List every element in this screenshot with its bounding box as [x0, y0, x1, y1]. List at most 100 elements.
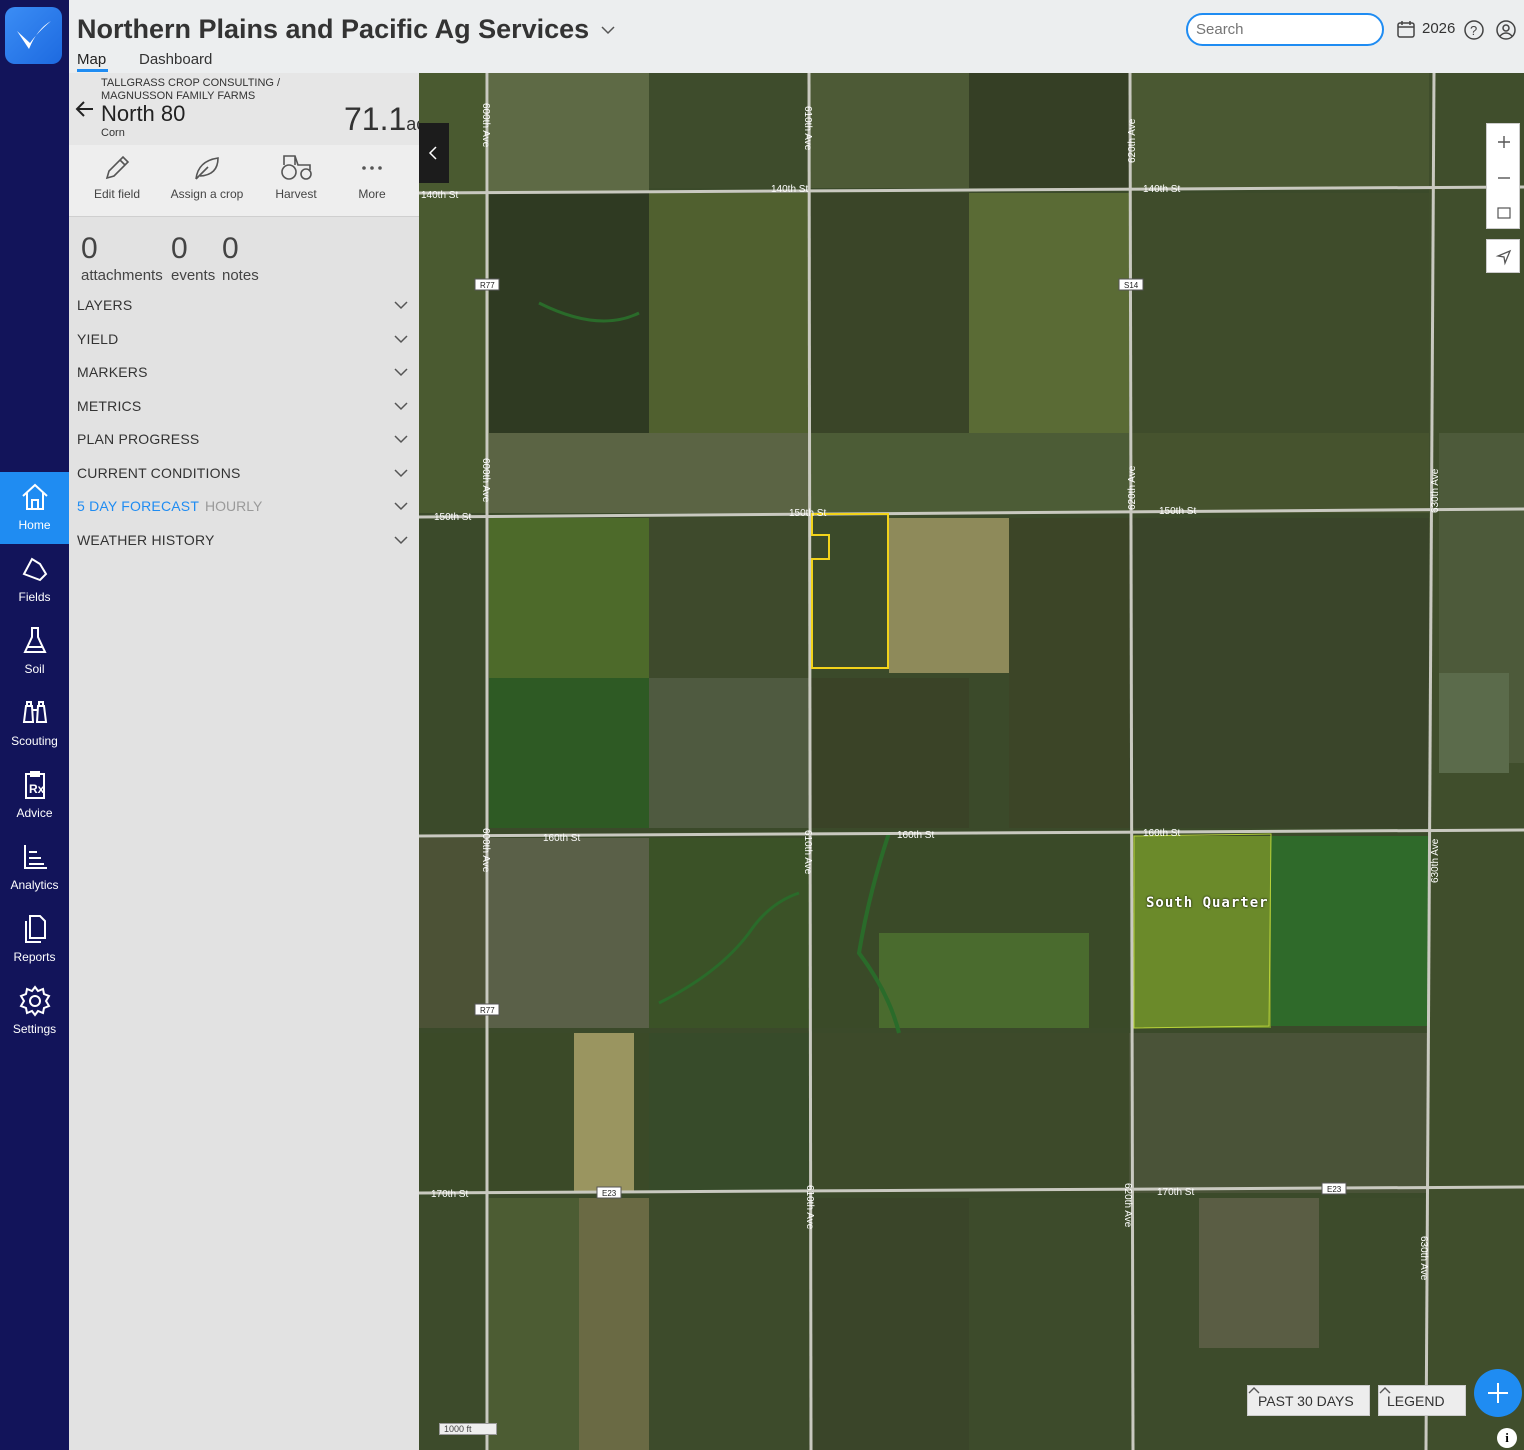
fit-extent-icon[interactable] [1497, 207, 1511, 219]
nav-label-settings: Settings [12, 1022, 57, 1036]
nav-item-scouting[interactable]: Scouting [0, 688, 69, 760]
section-yield[interactable]: YIELD [69, 323, 419, 356]
leaf-icon [195, 157, 219, 180]
home-icon [21, 483, 48, 510]
plus-icon [1488, 1383, 1508, 1403]
tab-5-day-forecast[interactable]: 5 DAY FORECAST [77, 498, 199, 514]
road-label-610th-top: 610th Ave [802, 106, 813, 151]
section-weather-history[interactable]: WEATHER HISTORY [69, 524, 419, 557]
organization-title[interactable]: Northern Plains and Pacific Ag Services [77, 14, 589, 45]
back-arrow-icon[interactable] [75, 100, 95, 118]
section-title: LAYERS [77, 297, 133, 313]
chevron-down-icon[interactable] [601, 25, 615, 35]
legend-label: LEGEND [1387, 1393, 1445, 1409]
more-label: More [358, 187, 386, 201]
nav-item-settings[interactable]: Settings [0, 976, 69, 1048]
road-label-140th-mid: 140th St [771, 184, 808, 195]
calendar-icon[interactable] [1396, 19, 1416, 39]
section-metrics[interactable]: METRICS [69, 390, 419, 423]
chevron-up-icon [1248, 1387, 1260, 1394]
attachments-count[interactable]: 0 attachments [81, 229, 163, 284]
road-label-160th-mid: 160th St [897, 830, 934, 841]
svg-text:S14: S14 [1124, 281, 1139, 290]
nav-item-analytics[interactable]: Analytics [0, 832, 69, 904]
tab-hourly[interactable]: HOURLY [205, 498, 262, 514]
tab-map[interactable]: Map [77, 51, 106, 68]
past-30-days-label: PAST 30 DAYS [1258, 1393, 1354, 1409]
zoom-controls [1486, 123, 1520, 229]
section-current-conditions[interactable]: CURRENT CONDITIONS [69, 457, 419, 490]
field-label-south-quarter[interactable]: South Quarter [1146, 895, 1269, 911]
edit-field-label: Edit field [93, 187, 141, 201]
section-plan-progress[interactable]: PLAN PROGRESS [69, 423, 419, 456]
road-label-600th-mid: 600th Ave [480, 458, 491, 503]
map-imagery: 140th St 140th St 140th St 150th St 150t… [419, 73, 1524, 1450]
gear-icon [19, 985, 50, 1017]
notes-value: 0 [222, 232, 239, 265]
chevron-down-icon [394, 502, 408, 511]
fields-icon [22, 557, 47, 582]
nav-item-fields[interactable]: Fields [0, 544, 69, 616]
collapse-panel-button[interactable] [419, 123, 449, 183]
route-shield-e23-left: E23 [596, 1186, 622, 1199]
section-title: PLAN PROGRESS [77, 431, 200, 447]
field-crop: Corn [101, 127, 125, 139]
more-button[interactable]: More [332, 153, 412, 201]
nav-label-analytics: Analytics [10, 878, 59, 892]
documents-icon [24, 915, 46, 943]
svg-text:E23: E23 [602, 1189, 617, 1198]
chevron-down-icon [394, 469, 408, 478]
road-label-630th-mid: 630th Ave [1430, 468, 1441, 513]
past-30-days-button[interactable]: PAST 30 DAYS [1247, 1385, 1370, 1416]
tab-dashboard[interactable]: Dashboard [139, 51, 212, 68]
route-shield-e23-right: E23 [1321, 1182, 1347, 1195]
section-title: YIELD [77, 331, 119, 347]
notes-label: notes [222, 267, 259, 284]
help-icon[interactable]: ? [1463, 19, 1485, 41]
search-input[interactable] [1186, 13, 1384, 46]
events-count[interactable]: 0 events [171, 229, 215, 284]
section-forecast[interactable]: 5 DAY FORECAST HOURLY [69, 490, 419, 523]
road-label-140th-right: 140th St [1143, 184, 1180, 195]
year-selector[interactable]: 2026 [1422, 20, 1455, 37]
binoculars-icon [22, 701, 47, 723]
acres-value: 71.1 [344, 101, 407, 137]
chevron-down-icon [394, 301, 408, 310]
chevron-down-icon [394, 435, 408, 444]
nav-label-home: Home [18, 518, 51, 532]
locate-button[interactable] [1486, 239, 1520, 273]
nav-label-advice: Advice [16, 806, 53, 820]
nav-item-advice[interactable]: Rx Advice [0, 760, 69, 832]
nav-label-reports: Reports [13, 950, 56, 964]
top-bar: Northern Plains and Pacific Ag Services … [69, 0, 1524, 73]
navigation-arrow-icon [1495, 249, 1512, 266]
nav-item-home[interactable]: Home [0, 472, 69, 544]
nav-item-reports[interactable]: Reports [0, 904, 69, 976]
road-label-600th-top: 600th Ave [480, 103, 491, 148]
section-markers[interactable]: MARKERS [69, 356, 419, 389]
satellite-map[interactable]: 140th St 140th St 140th St 150th St 150t… [419, 73, 1524, 1450]
app-logo[interactable] [5, 7, 62, 64]
chevron-up-icon [1379, 1387, 1391, 1394]
harvest-button[interactable]: Harvest [256, 153, 336, 201]
breadcrumb-grower[interactable]: TALLGRASS CROP CONSULTING / [101, 77, 321, 90]
assign-crop-button[interactable]: Assign a crop [167, 153, 247, 201]
road-label-610th-low: 610th Ave [804, 1185, 815, 1230]
section-layers[interactable]: LAYERS [69, 289, 419, 322]
legend-button[interactable]: LEGEND [1378, 1385, 1466, 1416]
field-name: North 80 [101, 101, 186, 126]
road-label-150th-right: 150th St [1159, 506, 1196, 517]
edit-field-button[interactable]: Edit field [77, 153, 157, 201]
info-icon[interactable]: i [1497, 1428, 1517, 1448]
nav-label-scouting: Scouting [11, 734, 58, 748]
breadcrumb[interactable]: TALLGRASS CROP CONSULTING / MAGNUSSON FA… [101, 77, 321, 103]
user-account-icon[interactable] [1495, 19, 1517, 41]
notes-count[interactable]: 0 notes [222, 229, 259, 284]
road-label-170th-right: 170th St [1157, 1187, 1194, 1198]
route-shield-r77-bottom: R77 [474, 1003, 500, 1016]
add-button[interactable] [1474, 1369, 1522, 1417]
road-label-620th-low: 620th Ave [1122, 1183, 1133, 1228]
zoom-in-icon[interactable] [1498, 136, 1510, 148]
nav-item-soil[interactable]: Soil [0, 616, 69, 688]
svg-text:E23: E23 [1327, 1185, 1342, 1194]
